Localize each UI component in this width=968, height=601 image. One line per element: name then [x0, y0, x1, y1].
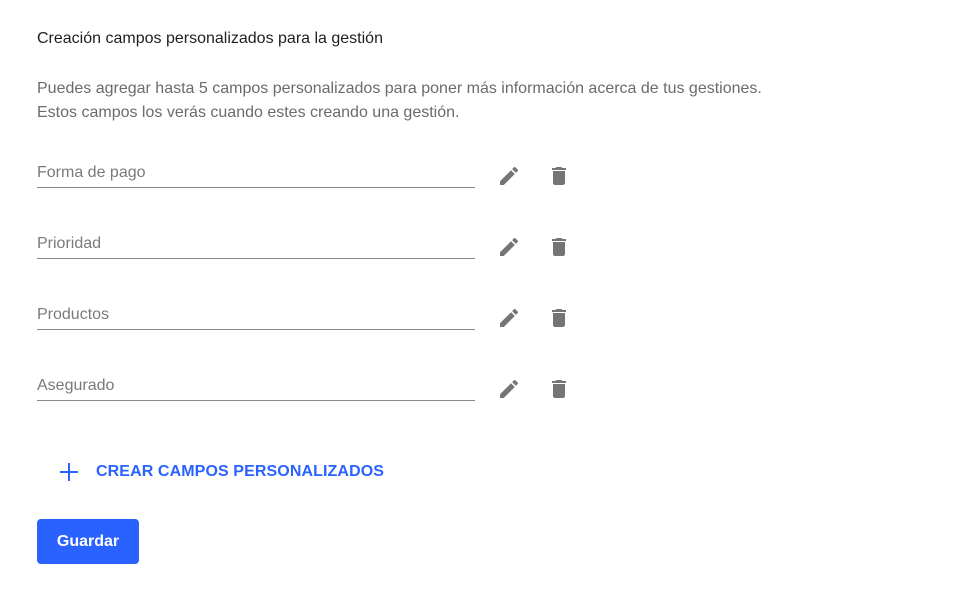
custom-field-row — [37, 300, 597, 340]
custom-field-input-prioridad[interactable] — [37, 229, 475, 259]
create-custom-fields-button[interactable]: CREAR CAMPOS PERSONALIZADOS — [58, 458, 384, 486]
trash-icon — [552, 238, 566, 256]
delete-field-button[interactable] — [545, 162, 573, 190]
description-line-1: Puedes agregar hasta 5 campos personaliz… — [37, 80, 762, 97]
pencil-icon — [500, 166, 519, 185]
create-custom-fields-label: CREAR CAMPOS PERSONALIZADOS — [96, 463, 385, 480]
custom-field-row — [37, 229, 597, 269]
custom-field-input-productos[interactable] — [37, 300, 475, 330]
edit-field-button[interactable] — [495, 233, 523, 261]
trash-icon — [552, 380, 566, 398]
custom-field-input-asegurado[interactable] — [37, 371, 475, 401]
custom-field-input-forma-de-pago[interactable] — [37, 158, 475, 188]
section-description: Puedes agregar hasta 5 campos personaliz… — [37, 77, 917, 125]
custom-field-row — [37, 371, 597, 411]
save-button[interactable]: Guardar — [37, 519, 139, 564]
edit-field-button[interactable] — [495, 304, 523, 332]
pencil-icon — [500, 308, 519, 327]
section-title: Creación campos personalizados para la g… — [37, 30, 383, 47]
edit-field-button[interactable] — [495, 162, 523, 190]
delete-field-button[interactable] — [545, 375, 573, 403]
edit-field-button[interactable] — [495, 375, 523, 403]
delete-field-button[interactable] — [545, 304, 573, 332]
pencil-icon — [500, 237, 519, 256]
custom-field-row — [37, 158, 597, 198]
delete-field-button[interactable] — [545, 233, 573, 261]
pencil-icon — [500, 379, 519, 398]
trash-icon — [552, 167, 566, 185]
plus-icon — [60, 463, 78, 481]
description-line-2: Estos campos los verás cuando estes crea… — [37, 104, 460, 121]
trash-icon — [552, 309, 566, 327]
